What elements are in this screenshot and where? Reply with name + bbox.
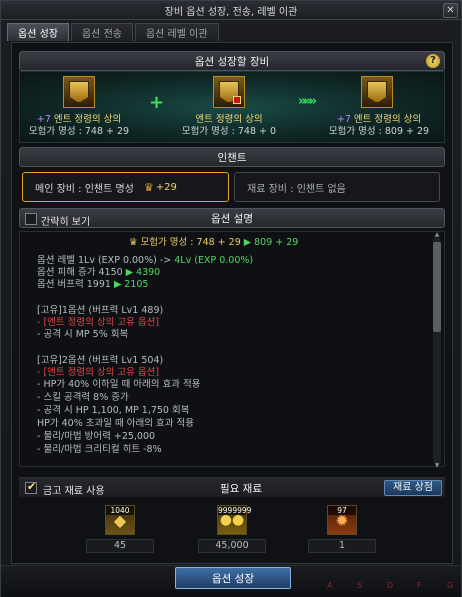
tab-option-transfer[interactable]: 옵션 전송 <box>70 23 133 41</box>
option-line: - 공격 시 HP 1,100, MP 1,750 회복 <box>37 405 190 416</box>
hotkey-label: G <box>447 581 454 590</box>
main-enchant-label: 메인 장비 : 인챈트 명성 <box>35 183 134 195</box>
gold-coins-icon[interactable]: ●● 9999999 <box>217 505 252 535</box>
brief-view-checkbox[interactable] <box>25 213 37 225</box>
material-item-fame: 모험가 명성 : 748 + 0 <box>181 126 277 137</box>
enchant-header-label: 인챈트 <box>217 151 247 164</box>
result-item-upgrade: +7 <box>336 114 351 125</box>
sub-enchant-box[interactable]: 재료 장비 : 인챈트 없음 <box>234 172 440 202</box>
scroll-thumb[interactable] <box>433 242 441 332</box>
arrow-icon: ▶ <box>243 237 252 248</box>
hotkey-label: S <box>357 581 363 590</box>
main-enchant-value: +29 <box>155 181 177 193</box>
scroll-down-icon[interactable]: ▼ <box>433 463 441 469</box>
options-header-label: 옵션 설명 <box>211 212 253 225</box>
description-scrollbar[interactable]: ▲ ▼ <box>433 232 441 469</box>
materials-header: 금고 재료 사용 필요 재료 재료 상점 <box>19 477 445 497</box>
material-count: 1 <box>308 539 376 553</box>
material-item-name: 엔트 정령의 상의 <box>195 114 263 125</box>
option-line: - HP가 40% 이하일 때 아래의 효과 적용 <box>37 379 201 390</box>
fame-summary-result: 809 + 29 <box>254 237 299 248</box>
brief-view-label: 간략히 보기 <box>41 217 91 228</box>
main-item-upgrade: +7 <box>36 114 51 125</box>
option-line: - [엔트 정령의 상의 고유 옵션] <box>37 317 160 328</box>
red-tag-icon <box>233 96 241 104</box>
fame-summary-line: ♛ 모험가 명성 : 748 + 29 ▶ 809 + 29 <box>129 237 298 249</box>
close-button[interactable]: ✕ <box>443 3 458 18</box>
material-shop-button[interactable]: 재료 상점 <box>384 480 442 496</box>
crown-icon: ♛ <box>129 237 138 248</box>
material-badge: 97 <box>328 506 356 515</box>
option-line: 옵션 버프력 1991 ▶ 2105 <box>37 279 149 290</box>
use-storage-label: 금고 재료 사용 <box>43 486 105 497</box>
hotkey-label: D <box>387 581 394 590</box>
tab-bar: 옵션 성장 옵션 전송 옵션 레벨 이관 <box>7 23 219 41</box>
result-item-slot[interactable] <box>361 76 393 108</box>
hotkey-label: F <box>417 581 422 590</box>
option-line: - [엔트 정령의 상의 고유 옵션] <box>37 367 160 378</box>
materials-header-label: 필요 재료 <box>220 483 262 495</box>
arrow-right-icon: »»» <box>298 94 317 109</box>
sub-enchant-label: 재료 장비 : 인챈트 없음 <box>247 183 346 195</box>
scroll-up-icon[interactable]: ▲ <box>433 232 441 238</box>
option-line: - 스킬 공격력 8% 증가 <box>37 392 129 403</box>
window-title: 장비 옵션 성장, 전송, 레벨 이관 <box>164 6 298 18</box>
main-item-fame: 모험가 명성 : 748 + 29 <box>28 126 130 137</box>
material-count: 45,000 <box>198 539 266 553</box>
growth-header-label: 옵션 성장할 장비 <box>194 55 270 68</box>
plus-icon: + <box>149 92 165 113</box>
crystal-icon[interactable]: ◆ 1040 <box>105 505 135 535</box>
growth-header: 옵션 성장할 장비 ? <box>19 51 445 71</box>
main-item-name: 엔트 정령의 상의 <box>53 114 122 125</box>
fame-summary-prefix: 모험가 명성 : 748 + 29 <box>140 237 241 248</box>
option-line: 옵션 레벨 1Lv (EXP 0.00%) -> 4Lv (EXP 0.00%) <box>37 255 254 266</box>
option-line: HP가 40% 초과일 때 아래의 효과 적용 <box>37 418 194 429</box>
option-line: [고유]2옵션 (버프력 Lv1 504) <box>37 355 164 366</box>
title-bar[interactable]: 장비 옵션 성장, 전송, 레벨 이관 ✕ <box>1 1 461 20</box>
material-item-slot[interactable] <box>213 76 245 108</box>
main-enchant-box[interactable]: 메인 장비 : 인챈트 명성 ♛ +29 <box>22 172 229 202</box>
crown-icon: ♛ <box>143 180 154 194</box>
material-count: 45 <box>86 539 154 553</box>
material-item-info: 엔트 정령의 상의 모험가 명성 : 748 + 0 <box>169 114 289 138</box>
option-line: 옵션 피해 증가 4150 ▶ 4390 <box>37 267 161 278</box>
option-grow-button[interactable]: 옵션 성장 <box>175 567 291 589</box>
close-icon: ✕ <box>446 5 455 16</box>
result-item-fame: 모험가 명성 : 809 + 29 <box>328 126 430 137</box>
armor-top-icon <box>69 81 89 103</box>
burst-icon[interactable]: ✹ 97 <box>327 505 357 535</box>
option-window: 장비 옵션 성장, 전송, 레벨 이관 ✕ 옵션 성장 옵션 전송 옵션 레벨 … <box>0 0 462 597</box>
option-line: - 물리/마법 크리티컬 히트 -8% <box>37 444 162 455</box>
main-item-slot[interactable] <box>63 76 95 108</box>
material-badge: 1040 <box>106 506 134 515</box>
option-line: - 공격 시 MP 5% 회복 <box>37 329 129 340</box>
option-line: [고유]1옵션 (버프력 Lv1 489) <box>37 305 164 316</box>
use-storage-checkbox[interactable] <box>25 480 37 494</box>
result-item-name: 엔트 정령의 상의 <box>353 114 422 125</box>
tab-option-growth[interactable]: 옵션 성장 <box>7 23 69 41</box>
main-item-info: +7 엔트 정령의 상의 모험가 명성 : 748 + 29 <box>19 114 139 138</box>
armor-top-icon <box>367 81 387 103</box>
hotkey-label: A <box>327 581 333 590</box>
material-badge: 9999999 <box>218 506 252 515</box>
option-line: - 물리/마법 방어력 +25,000 <box>37 431 156 442</box>
tab-level-transfer[interactable]: 옵션 레벨 이관 <box>134 23 219 41</box>
result-item-info: +7 엔트 정령의 상의 모험가 명성 : 809 + 29 <box>319 114 439 138</box>
help-icon[interactable]: ? <box>426 54 440 68</box>
enchant-header: 인챈트 <box>19 147 445 167</box>
